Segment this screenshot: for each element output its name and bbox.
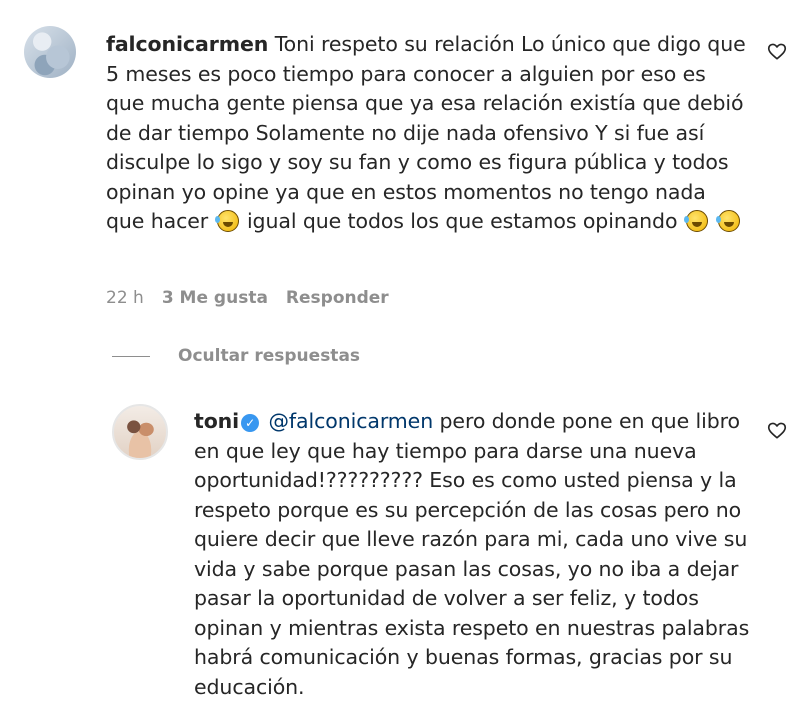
likes-count-button[interactable]: 3 Me gusta xyxy=(162,288,268,308)
like-heart-icon[interactable] xyxy=(766,40,788,62)
laughing-emoji-icon xyxy=(716,210,741,232)
reply-body: pero donde pone en que libro en que ley … xyxy=(194,409,750,699)
avatar-toni[interactable] xyxy=(112,404,168,460)
comment-username[interactable]: falconicarmen xyxy=(106,32,268,56)
laughing-emoji-icon xyxy=(683,210,708,232)
reply-text: toni ✓ @falconicarmen pero donde pone en … xyxy=(194,407,754,702)
reply-username[interactable]: toni xyxy=(194,409,239,433)
comment-body-part2: igual que todos los que estamos opinando xyxy=(246,209,678,233)
comment-text: falconicarmen Toni respeto su relación L… xyxy=(106,30,746,237)
avatar-falconicarmen[interactable] xyxy=(24,26,76,78)
verified-badge-icon: ✓ xyxy=(241,414,260,432)
comment-body-part1: Toni respeto su relación Lo único que di… xyxy=(106,32,746,233)
hide-replies-button[interactable]: Ocultar respuestas xyxy=(112,346,360,366)
hide-replies-label: Ocultar respuestas xyxy=(178,346,361,366)
divider-line xyxy=(112,355,150,357)
reply-mention-link[interactable]: @falconicarmen xyxy=(269,409,434,433)
comment-meta: 22 h 3 Me gusta Responder xyxy=(106,288,389,308)
reply-button[interactable]: Responder xyxy=(286,288,389,308)
like-heart-icon[interactable] xyxy=(766,419,788,441)
laughing-emoji-icon xyxy=(214,210,239,232)
comment-time: 22 h xyxy=(106,288,144,308)
